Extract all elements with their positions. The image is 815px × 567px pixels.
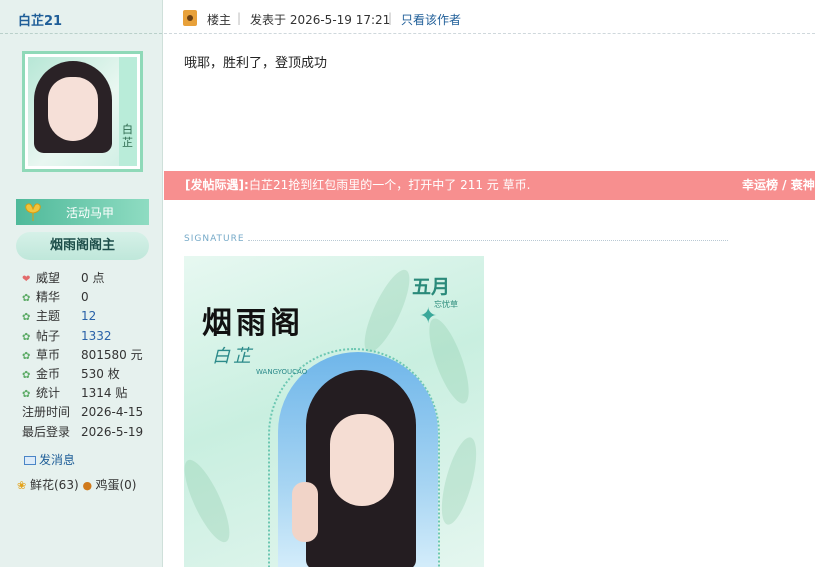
stat-posts-link[interactable]: 1332 xyxy=(81,327,112,346)
stat-value: 1314 贴 xyxy=(81,386,128,401)
throw-egg-button[interactable]: ● 鸡蛋(0) xyxy=(82,478,136,492)
signature-divider xyxy=(248,240,728,241)
avatar-caption: 白芷 xyxy=(122,123,133,149)
leaf-icon: ✿ xyxy=(22,331,31,343)
stat-value: 0 点 xyxy=(81,271,105,285)
egg-icon: ● xyxy=(82,479,93,492)
leaf-icon: ✿ xyxy=(22,350,31,362)
thread-starter-icon xyxy=(183,10,197,26)
send-flower-button[interactable]: ❀ 鲜花(63) xyxy=(17,478,79,492)
stat-value: 801580 元 xyxy=(81,347,143,362)
username-link[interactable]: 白芷21 xyxy=(18,10,62,29)
header-divider: | xyxy=(237,11,242,25)
signature-title: 烟雨阁 xyxy=(202,306,304,341)
floor-label: 楼主 xyxy=(207,13,232,27)
leaf-icon: ✿ xyxy=(22,312,31,324)
stat-label: 精华 xyxy=(36,290,61,305)
reward-text: 白芷21抢到红包雨里的一个，打开中了 211 元 草币. xyxy=(249,178,531,192)
stat-value: 530 枚 xyxy=(81,366,120,381)
sparkle-icon: ✦ xyxy=(419,304,438,329)
stat-label: 注册时间 xyxy=(22,405,71,420)
stat-label: 最后登录 xyxy=(22,424,71,439)
post-content: 哦耶，胜利了，登顶成功 xyxy=(184,56,328,71)
flower-count: 鲜花(63) xyxy=(30,478,79,492)
stat-value: 0 xyxy=(81,290,89,305)
author-sidebar: 白芷21 白芷 活动马甲 烟雨阁阁主 ❤ 威望 0 点 ✿ 精华 0 ✿ 主题 12 … xyxy=(0,0,163,567)
user-stats: ❤ 威望 0 点 ✿ 精华 0 ✿ 主题 12 ✿ 帖子 1332 ✿ 草币 801580… xyxy=(22,269,143,442)
leaf-icon: ✿ xyxy=(22,369,31,381)
heart-icon: ❤ xyxy=(22,274,31,285)
stat-last-login: 最后登录 2026-5-19 xyxy=(22,423,143,442)
signature-vertical-text: WANGYOUCAO xyxy=(256,368,308,376)
stat-label: 威望 xyxy=(36,271,61,285)
stat-digest: ✿ 精华 0 xyxy=(22,288,89,307)
stat-label: 主题 xyxy=(36,309,61,324)
avatar-image: 白芷 xyxy=(28,57,137,166)
signature-name: 白芷 xyxy=(212,346,254,367)
signature-image: 烟雨阁 白芷 五月 忘忧草 ✦ WANGYOUCAO xyxy=(184,256,484,567)
stat-gold-coins: ✿ 金币 530 枚 xyxy=(22,365,120,384)
portrait-photo xyxy=(278,352,438,567)
leaf-icon: ✿ xyxy=(22,293,31,305)
signature-month-sub: 忘忧草 xyxy=(434,300,458,309)
stat-threads-link[interactable]: 12 xyxy=(81,307,96,326)
egg-count: 鸡蛋(0) xyxy=(95,478,137,492)
stat-label: 金币 xyxy=(36,366,61,381)
flower-icon: ❀ xyxy=(17,479,27,492)
gifts-row: ❀ 鲜花(63) ● 鸡蛋(0) xyxy=(17,476,136,493)
header-divider: | xyxy=(388,11,393,25)
post-main: 楼主 | 发表于 2026-5-19 17:21 | 只看该作者 哦耶，胜利了，… xyxy=(164,0,815,567)
stat-value: 2026-4-15 xyxy=(81,405,144,420)
send-message-link[interactable]: 发消息 xyxy=(24,451,75,468)
leaf-icon: ✿ xyxy=(22,389,31,401)
envelope-icon xyxy=(24,456,36,465)
send-message-label: 发消息 xyxy=(39,453,76,467)
stat-label: 草币 xyxy=(36,347,61,362)
reward-tag: [发帖际遇]: xyxy=(185,178,249,192)
stat-threads: ✿ 主题 12 xyxy=(22,307,96,326)
rank-badge: 烟雨阁阁主 xyxy=(16,232,149,260)
stat-register-date: 注册时间 2026-4-15 xyxy=(22,403,143,422)
stat-label: 统计 xyxy=(36,386,61,401)
activity-badge: 活动马甲 xyxy=(16,199,149,225)
reward-notice: [发帖际遇]: 白芷21抢到红包雨里的一个，打开中了 211 元 草币. 幸运榜… xyxy=(164,171,815,200)
stat-posts: ✿ 帖子 1332 xyxy=(22,327,112,346)
avatar[interactable]: 白芷 xyxy=(22,51,143,172)
stat-value: 2026-5-19 xyxy=(81,424,144,439)
post-header: 楼主 | 发表于 2026-5-19 17:21 | 只看该作者 xyxy=(164,0,815,34)
activity-badge-label: 活动马甲 xyxy=(66,206,115,220)
signature-month: 五月 xyxy=(412,276,451,298)
stat-prestige: ❤ 威望 0 点 xyxy=(22,269,104,288)
ginkgo-leaf-icon xyxy=(25,203,41,221)
stat-label: 帖子 xyxy=(36,328,61,343)
stat-total: ✿ 统计 1314 贴 xyxy=(22,384,127,403)
stat-grass-coins: ✿ 草币 801580 元 xyxy=(22,346,143,365)
post-time: 发表于 2026-5-19 17:21 xyxy=(250,13,391,27)
signature-label: SIGNATURE xyxy=(184,234,245,244)
author-only-link[interactable]: 只看该作者 xyxy=(401,11,461,28)
luck-ranking-link[interactable]: 幸运榜 / 衰神 xyxy=(742,171,815,200)
